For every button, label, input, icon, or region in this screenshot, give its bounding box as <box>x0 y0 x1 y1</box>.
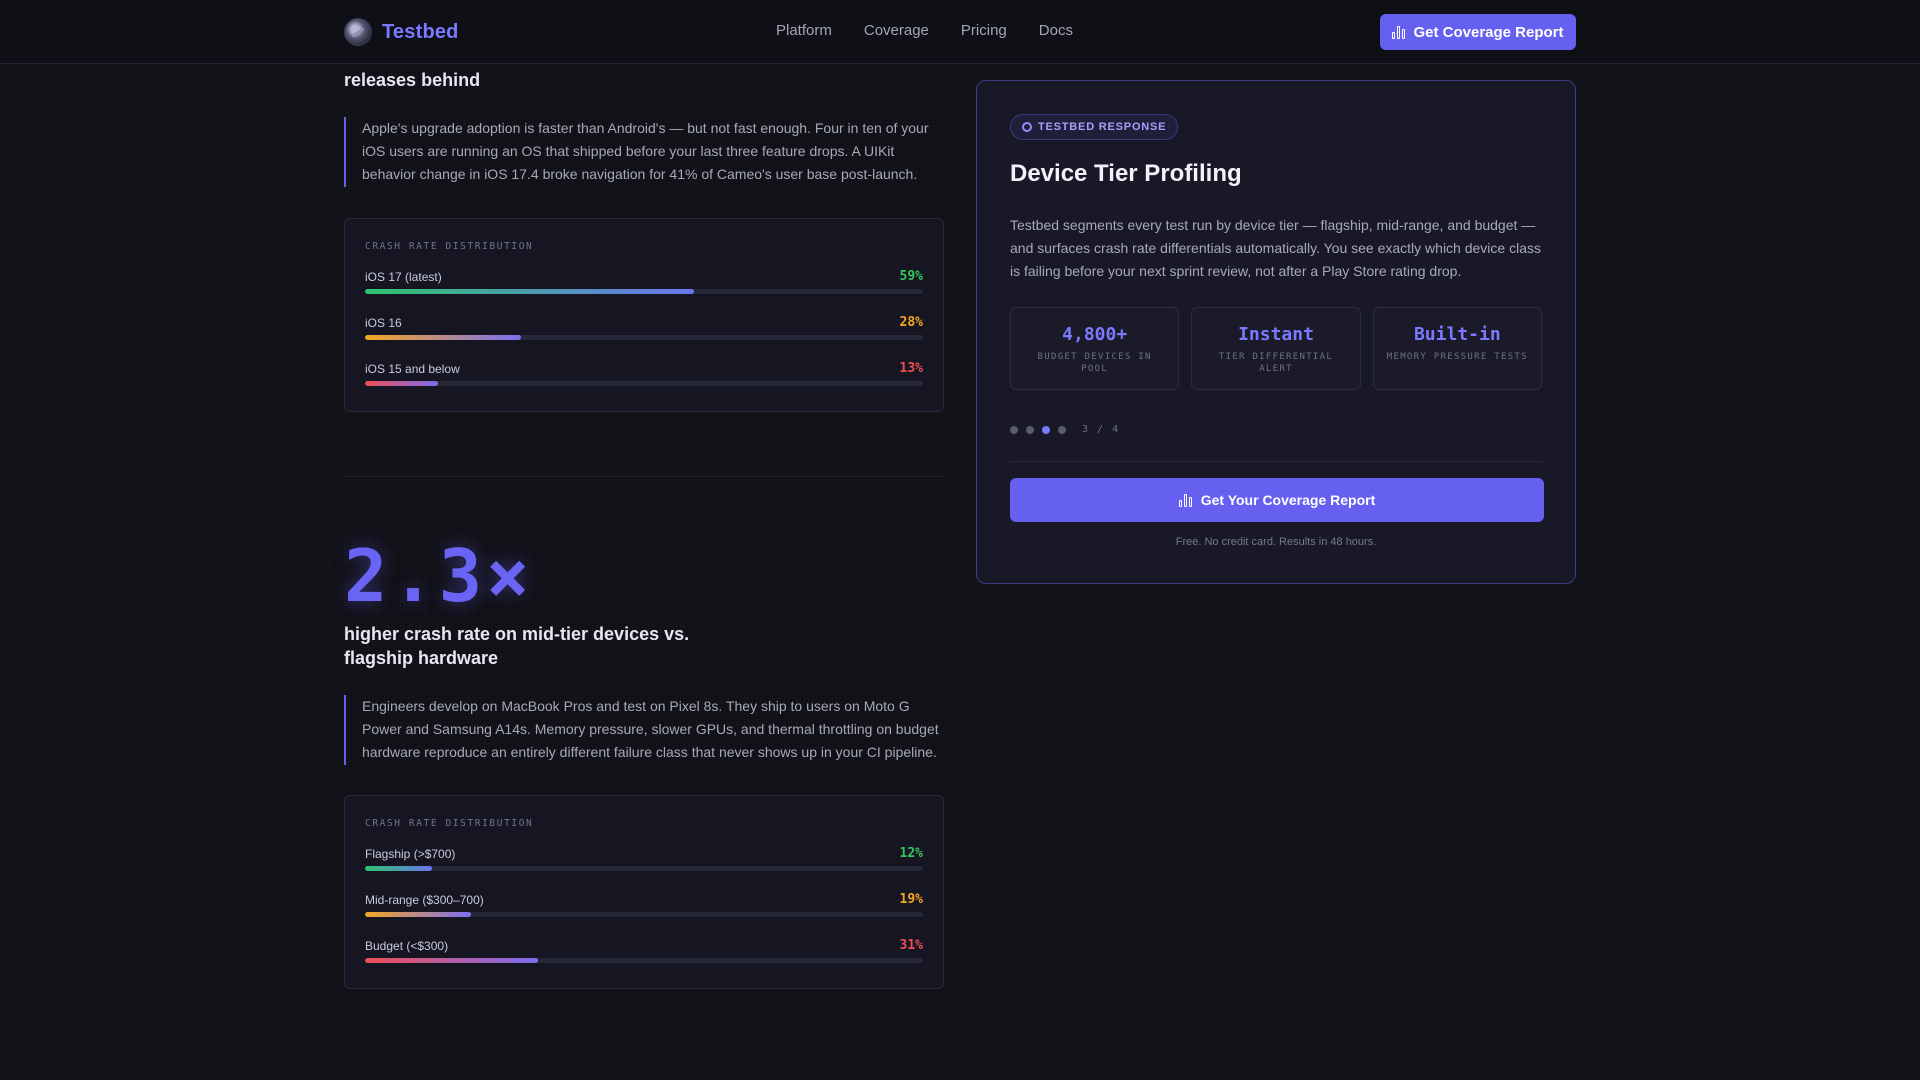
progress-fill <box>365 289 695 294</box>
badge-label: TESTBED RESPONSE <box>1038 121 1167 133</box>
distribution-row: Mid-range ($300–700) 19% <box>365 885 923 931</box>
testbed-logo-icon <box>344 18 372 46</box>
distribution-row: iOS 16 28% <box>365 308 923 354</box>
row-label: Mid-range ($300–700) <box>365 893 484 907</box>
distribution-row: iOS 17 (latest) 59% <box>365 262 923 308</box>
card-cta-label: Get Your Coverage Report <box>1200 492 1376 508</box>
distribution-row: Budget (<$300) 31% <box>365 931 923 977</box>
section-heading: higher crash rate on mid-tier devices vs… <box>344 624 690 668</box>
distribution-row: Flagship (>$700) 12% <box>365 839 923 885</box>
row-value: 19% <box>899 892 923 907</box>
card-title: Device Tier Profiling <box>1010 160 1242 187</box>
section-divider <box>344 476 944 477</box>
progress-fill <box>365 335 522 340</box>
stat-box: 4,800+ BUDGET DEVICES IN POOL <box>1010 307 1180 390</box>
nav-links: Platform Coverage Pricing Docs <box>776 22 1073 39</box>
progress-fill <box>365 912 472 917</box>
pager-dot-2[interactable] <box>1026 425 1034 434</box>
brand[interactable]: Testbed <box>344 18 459 46</box>
section-quote: Apple's upgrade adoption is faster than … <box>344 117 944 187</box>
nav-link-docs[interactable]: Docs <box>1039 22 1073 39</box>
bar-chart-icon <box>1392 25 1406 39</box>
fine-print: Free. No credit card. Results in 48 hour… <box>1175 536 1377 548</box>
distribution-title: CRASH RATE DISTRIBUTION <box>365 818 534 829</box>
progress-fill <box>365 866 432 871</box>
row-label: Flagship (>$700) <box>365 847 456 861</box>
crash-rate-distribution-card: CRASH RATE DISTRIBUTION Flagship (>$700)… <box>344 795 944 989</box>
bar-chart-icon <box>1178 493 1192 507</box>
row-value: 12% <box>899 846 923 861</box>
nav-link-pricing[interactable]: Pricing <box>961 22 1007 39</box>
row-value: 31% <box>899 938 923 953</box>
pager-dot-1[interactable] <box>1010 425 1018 434</box>
pager-dot-4[interactable] <box>1058 425 1066 434</box>
crash-rate-distribution-card: CRASH RATE DISTRIBUTION iOS 17 (latest) … <box>344 218 944 412</box>
progress-track <box>365 335 923 340</box>
progress-track <box>365 381 923 386</box>
carousel-pager: 3 / 4 <box>1010 424 1542 435</box>
nav-cta-label: Get Coverage Report <box>1413 23 1564 41</box>
testbed-response-card: TESTBED RESPONSE Device Tier Profiling T… <box>976 80 1576 584</box>
pager-text: 3 / 4 <box>1082 424 1120 435</box>
brand-name: Testbed <box>382 20 459 43</box>
stat-label: BUDGET DEVICES IN POOL <box>1037 352 1152 374</box>
progress-fill <box>365 381 438 386</box>
progress-fill <box>365 958 538 963</box>
stat-box: Built-in MEMORY PRESSURE TESTS <box>1372 307 1542 390</box>
response-badge: TESTBED RESPONSE <box>1010 114 1179 140</box>
gear-icon <box>1022 122 1032 132</box>
section-heading: releases behind <box>344 70 481 90</box>
nav-link-platform[interactable]: Platform <box>776 22 832 39</box>
big-stat: 2.3× <box>344 534 534 618</box>
stat-value: Built-in <box>1413 324 1501 345</box>
distribution-row: iOS 15 and below 13% <box>365 354 923 400</box>
pager-dot-3[interactable] <box>1042 425 1050 434</box>
top-navigation: Testbed Platform Coverage Pricing Docs G… <box>0 0 1920 64</box>
progress-track <box>365 958 923 963</box>
row-label: iOS 15 and below <box>365 362 460 376</box>
progress-track <box>365 289 923 294</box>
row-value: 13% <box>899 361 923 376</box>
stat-label: TIER DIFFERENTIAL ALERT <box>1218 352 1334 374</box>
stat-boxes: 4,800+ BUDGET DEVICES IN POOL Instant TI… <box>1010 307 1542 390</box>
row-value: 28% <box>899 315 923 330</box>
section-quote: Engineers develop on MacBook Pros and te… <box>344 695 944 765</box>
row-value: 59% <box>899 269 923 284</box>
row-label: iOS 17 (latest) <box>365 270 442 284</box>
card-description: Testbed segments every test run by devic… <box>1010 217 1541 279</box>
stat-value: 4,800+ <box>1062 324 1128 345</box>
card-divider <box>1010 461 1542 462</box>
row-label: iOS 16 <box>365 316 402 330</box>
progress-track <box>365 912 923 917</box>
stat-value: Instant <box>1238 324 1314 345</box>
nav-link-coverage[interactable]: Coverage <box>864 22 929 39</box>
get-coverage-report-button[interactable]: Get Coverage Report <box>1380 14 1576 50</box>
row-label: Budget (<$300) <box>365 939 449 953</box>
stat-box: Instant TIER DIFFERENTIAL ALERT <box>1191 307 1361 390</box>
get-your-coverage-report-button[interactable]: Get Your Coverage Report <box>1010 478 1544 522</box>
progress-track <box>365 866 923 871</box>
distribution-title: CRASH RATE DISTRIBUTION <box>365 241 534 252</box>
stat-label: MEMORY PRESSURE TESTS <box>1386 352 1528 362</box>
